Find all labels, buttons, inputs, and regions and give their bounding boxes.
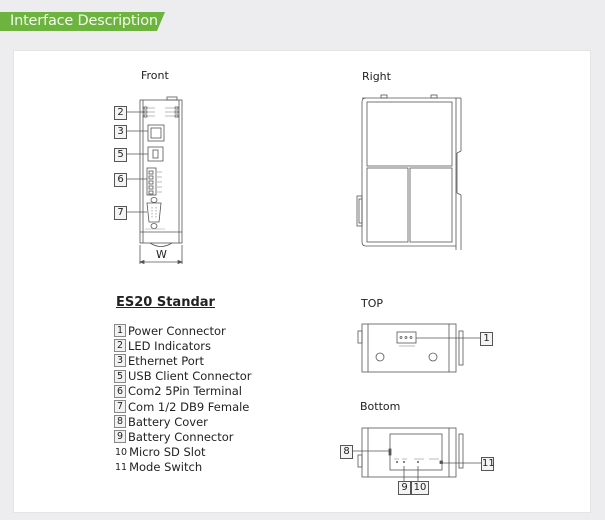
battery-cover-drawing — [389, 433, 443, 471]
bottom-view-drawing — [352, 427, 481, 481]
bottom-callout-10: 10 — [411, 481, 429, 495]
bottom-callout-8: 8 — [340, 445, 353, 459]
bottom-callout-11: 11 — [481, 457, 495, 471]
bottom-callout-9: 9 — [398, 481, 411, 495]
